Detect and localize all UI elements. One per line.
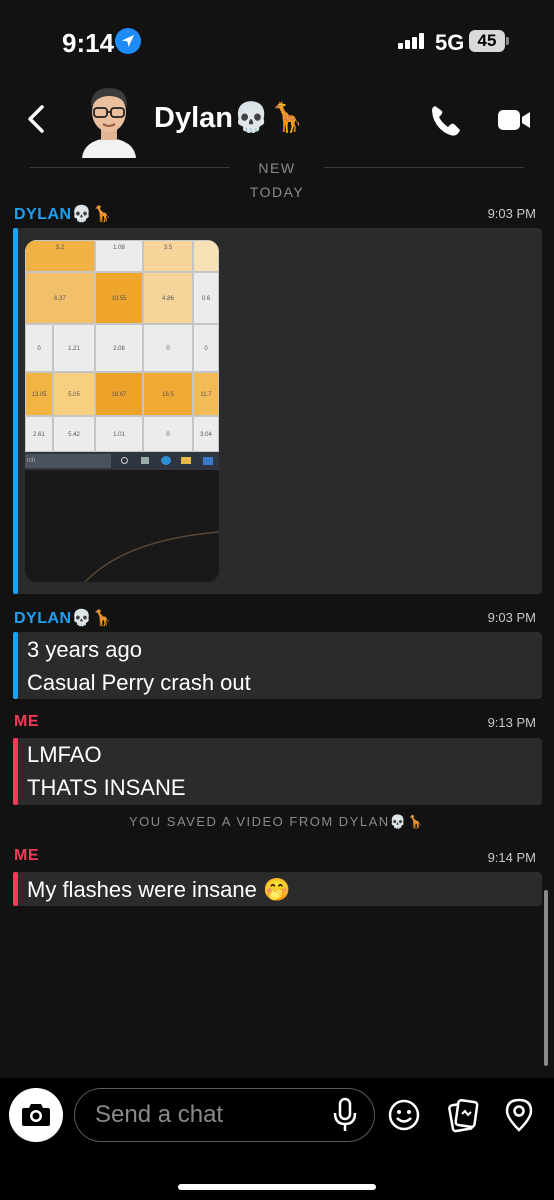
- message-timestamp: 9:14 PM: [487, 850, 536, 865]
- chat-header: Dylan💀🦒: [0, 80, 554, 160]
- network-type: 5G: [435, 30, 465, 55]
- sender-label: ME: [14, 847, 39, 864]
- sheet-cell: 0: [143, 324, 193, 372]
- photo-desk-surface: [25, 470, 219, 582]
- sender-color-bar: [13, 872, 18, 906]
- spreadsheet-photo: 5.2 1.08 3.5 6.37 10.55 4.86 0.6 0 1.21 …: [25, 240, 219, 452]
- sheet-cell: 13.05: [25, 372, 53, 416]
- message-line: My flashes were insane 🤭: [27, 877, 291, 902]
- sheet-cell: 3.5: [143, 240, 193, 272]
- phone-call-icon[interactable]: [428, 102, 464, 138]
- avatar[interactable]: [78, 80, 140, 158]
- sheet-cell: 18.67: [95, 372, 143, 416]
- message-line: THATS INSANE: [27, 775, 186, 800]
- status-bar: 9:14 5G 45: [0, 0, 554, 80]
- chat-scrollbar[interactable]: [544, 890, 548, 1066]
- sender-label: DYLAN💀🦒: [14, 610, 113, 627]
- saved-video-notice: YOU SAVED A VIDEO FROM DYLAN💀🦒: [128, 814, 426, 829]
- sheet-cell: 2.61: [25, 416, 53, 452]
- memories-icon[interactable]: [444, 1096, 482, 1134]
- battery-icon: 45: [469, 30, 505, 52]
- sender-color-bar: [13, 632, 18, 699]
- sender-label: ME: [14, 713, 39, 730]
- sender-color-bar: [13, 228, 18, 594]
- photo-thumbnail[interactable]: 5.2 1.08 3.5 6.37 10.55 4.86 0.6 0 1.21 …: [25, 240, 219, 582]
- back-chevron-icon[interactable]: [22, 102, 52, 136]
- sheet-cell: 5.2: [25, 240, 95, 272]
- text-message[interactable]: 3 years ago Casual Perry crash out: [13, 632, 542, 699]
- sender-color-bar: [13, 738, 18, 805]
- sheet-cell: 0: [143, 416, 193, 452]
- sheet-cell: 5.42: [53, 416, 95, 452]
- today-divider-label: TODAY: [249, 184, 305, 200]
- location-arrow-icon: [115, 28, 141, 54]
- emoji-icon[interactable]: [385, 1096, 423, 1134]
- message-line: 3 years ago: [27, 637, 142, 662]
- microphone-icon[interactable]: [330, 1096, 360, 1134]
- message-timestamp: 9:03 PM: [487, 206, 536, 221]
- home-indicator[interactable]: [178, 1184, 376, 1190]
- photo-taskbar-icons: [121, 456, 217, 466]
- video-call-icon[interactable]: [496, 106, 532, 134]
- sheet-cell: [193, 240, 219, 272]
- camera-icon: [22, 1104, 50, 1126]
- location-pin-icon[interactable]: [500, 1096, 538, 1134]
- chat-composer: [0, 1078, 554, 1200]
- camera-button[interactable]: [9, 1088, 63, 1142]
- sheet-cell: 0.6: [193, 272, 219, 324]
- sender-label: DYLAN💀🦒: [14, 206, 113, 223]
- sheet-cell: 1.08: [95, 240, 143, 272]
- sheet-cell: 0: [193, 324, 219, 372]
- photo-taskbar: rch: [25, 452, 219, 470]
- new-divider-label: NEW: [258, 160, 296, 176]
- cellular-signal-icon: [398, 33, 426, 49]
- photo-taskbar-search: rch: [25, 454, 111, 468]
- battery-tip: [506, 37, 509, 45]
- text-message[interactable]: My flashes were insane 🤭: [13, 872, 542, 906]
- contact-name[interactable]: Dylan💀🦒: [154, 101, 305, 135]
- sheet-cell: 10.55: [95, 272, 143, 324]
- status-time: 9:14: [62, 28, 115, 58]
- sheet-cell: 6.37: [25, 272, 95, 324]
- message-line: Casual Perry crash out: [27, 670, 251, 695]
- sheet-cell: 2.08: [95, 324, 143, 372]
- message-line: LMFAO: [27, 742, 102, 767]
- photo-message[interactable]: 5.2 1.08 3.5 6.37 10.55 4.86 0.6 0 1.21 …: [13, 228, 542, 594]
- sheet-cell: 16.5: [143, 372, 193, 416]
- sheet-cell: 11.7: [193, 372, 219, 416]
- sheet-cell: 4.86: [143, 272, 193, 324]
- sheet-cell: 3.04: [193, 416, 219, 452]
- sheet-cell: 5.05: [53, 372, 95, 416]
- sheet-cell: 1.21: [53, 324, 95, 372]
- text-message[interactable]: LMFAO THATS INSANE: [13, 738, 542, 805]
- message-timestamp: 9:13 PM: [487, 715, 536, 730]
- sheet-cell: 0: [25, 324, 53, 372]
- message-timestamp: 9:03 PM: [487, 610, 536, 625]
- sheet-cell: 1.01: [95, 416, 143, 452]
